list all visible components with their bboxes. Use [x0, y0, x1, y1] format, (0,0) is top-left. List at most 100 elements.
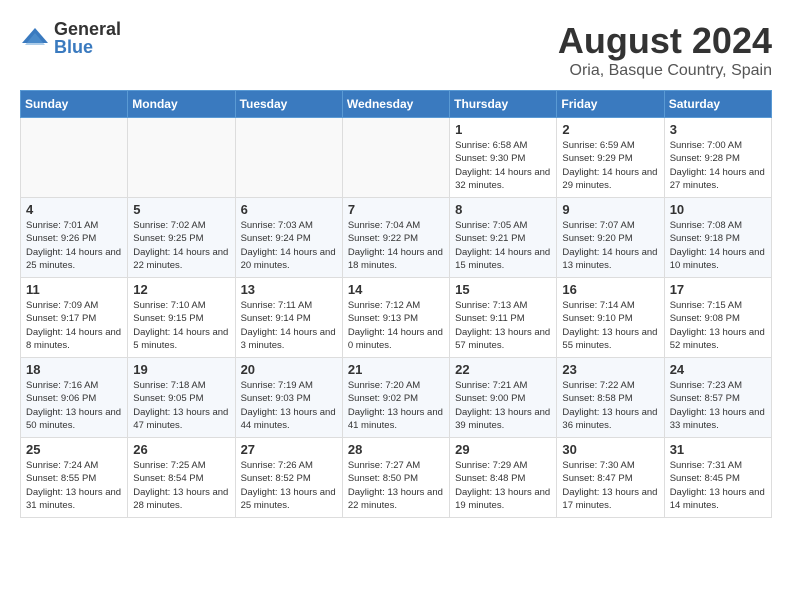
day-cell: 3 Sunrise: 7:00 AM Sunset: 9:28 PM Daylig… — [664, 118, 771, 198]
day-number: 14 — [348, 282, 444, 297]
day-number: 22 — [455, 362, 551, 377]
logo-blue-text: Blue — [54, 38, 121, 56]
day-number: 2 — [562, 122, 658, 137]
day-cell — [342, 118, 449, 198]
day-cell: 10Sunrise: 7:08 AM Sunset: 9:18 PM Dayli… — [664, 198, 771, 278]
col-friday: Friday — [557, 91, 664, 118]
day-info-text: Sunrise: 7:25 AM Sunset: 8:54 PM Dayligh… — [133, 459, 229, 512]
day-cell: 23 Sunrise: 7:22 AM Sunset: 8:58 PM Dayli… — [557, 358, 664, 438]
day-info-text: Sunrise: 7:03 AM Sunset: 9:24 PM Dayligh… — [241, 219, 337, 272]
day-number: 17 — [670, 282, 766, 297]
day-cell: 5 Sunrise: 7:02 AM Sunset: 9:25 PM Daylig… — [128, 198, 235, 278]
logo-general-text: General — [54, 20, 121, 38]
logo-icon — [20, 23, 50, 53]
location-subtitle: Oria, Basque Country, Spain — [558, 62, 772, 80]
week-row-3: 11 Sunrise: 7:09 AM Sunset: 9:17 PM Dayli… — [21, 278, 772, 358]
day-number: 19 — [133, 362, 229, 377]
day-cell: 17Sunrise: 7:15 AM Sunset: 9:08 PM Dayli… — [664, 278, 771, 358]
title-area: August 2024 Oria, Basque Country, Spain — [558, 20, 772, 80]
week-row-4: 18 Sunrise: 7:16 AM Sunset: 9:06 PM Dayli… — [21, 358, 772, 438]
day-info-text: Sunrise: 7:20 AM Sunset: 9:02 PM Dayligh… — [348, 379, 444, 432]
day-cell: 4 Sunrise: 7:01 AM Sunset: 9:26 PM Daylig… — [21, 198, 128, 278]
day-info-text: Sunrise: 7:30 AM Sunset: 8:47 PM Dayligh… — [562, 459, 658, 512]
day-cell — [21, 118, 128, 198]
day-number: 12 — [133, 282, 229, 297]
day-cell: 19 Sunrise: 7:18 AM Sunset: 9:05 PM Dayli… — [128, 358, 235, 438]
day-cell: 8Sunrise: 7:05 AM Sunset: 9:21 PM Daylig… — [450, 198, 557, 278]
day-number: 28 — [348, 442, 444, 457]
day-cell: 26 Sunrise: 7:25 AM Sunset: 8:54 PM Dayli… — [128, 438, 235, 518]
day-number: 15 — [455, 282, 551, 297]
day-cell: 24Sunrise: 7:23 AM Sunset: 8:57 PM Dayli… — [664, 358, 771, 438]
week-row-1: 1 Sunrise: 6:58 AM Sunset: 9:30 PM Daylig… — [21, 118, 772, 198]
col-tuesday: Tuesday — [235, 91, 342, 118]
day-cell: 30Sunrise: 7:30 AM Sunset: 8:47 PM Dayli… — [557, 438, 664, 518]
day-cell: 20Sunrise: 7:19 AM Sunset: 9:03 PM Dayli… — [235, 358, 342, 438]
day-cell: 14 Sunrise: 7:12 AM Sunset: 9:13 PM Dayli… — [342, 278, 449, 358]
day-info-text: Sunrise: 7:16 AM Sunset: 9:06 PM Dayligh… — [26, 379, 122, 432]
logo: General Blue — [20, 20, 121, 56]
day-info-text: Sunrise: 7:01 AM Sunset: 9:26 PM Dayligh… — [26, 219, 122, 272]
day-number: 4 — [26, 202, 122, 217]
col-saturday: Saturday — [664, 91, 771, 118]
day-info-text: Sunrise: 7:04 AM Sunset: 9:22 PM Dayligh… — [348, 219, 444, 272]
day-cell: 31 Sunrise: 7:31 AM Sunset: 8:45 PM Dayli… — [664, 438, 771, 518]
day-number: 11 — [26, 282, 122, 297]
day-info-text: Sunrise: 7:18 AM Sunset: 9:05 PM Dayligh… — [133, 379, 229, 432]
day-info-text: Sunrise: 7:23 AM Sunset: 8:57 PM Dayligh… — [670, 379, 766, 432]
day-number: 26 — [133, 442, 229, 457]
day-info-text: Sunrise: 7:19 AM Sunset: 9:03 PM Dayligh… — [241, 379, 337, 432]
day-info-text: Sunrise: 7:02 AM Sunset: 9:25 PM Dayligh… — [133, 219, 229, 272]
col-thursday: Thursday — [450, 91, 557, 118]
day-info-text: Sunrise: 7:22 AM Sunset: 8:58 PM Dayligh… — [562, 379, 658, 432]
col-wednesday: Wednesday — [342, 91, 449, 118]
day-number: 25 — [26, 442, 122, 457]
day-number: 23 — [562, 362, 658, 377]
day-info-text: Sunrise: 7:08 AM Sunset: 9:18 PM Dayligh… — [670, 219, 766, 272]
day-number: 29 — [455, 442, 551, 457]
day-cell: 6Sunrise: 7:03 AM Sunset: 9:24 PM Daylig… — [235, 198, 342, 278]
day-info-text: Sunrise: 7:07 AM Sunset: 9:20 PM Dayligh… — [562, 219, 658, 272]
day-cell: 25 Sunrise: 7:24 AM Sunset: 8:55 PM Dayli… — [21, 438, 128, 518]
day-number: 5 — [133, 202, 229, 217]
day-cell: 18 Sunrise: 7:16 AM Sunset: 9:06 PM Dayli… — [21, 358, 128, 438]
day-cell: 16Sunrise: 7:14 AM Sunset: 9:10 PM Dayli… — [557, 278, 664, 358]
day-cell: 13Sunrise: 7:11 AM Sunset: 9:14 PM Dayli… — [235, 278, 342, 358]
day-number: 1 — [455, 122, 551, 137]
day-cell: 2 Sunrise: 6:59 AM Sunset: 9:29 PM Daylig… — [557, 118, 664, 198]
day-cell: 11 Sunrise: 7:09 AM Sunset: 9:17 PM Dayli… — [21, 278, 128, 358]
day-info-text: Sunrise: 7:05 AM Sunset: 9:21 PM Dayligh… — [455, 219, 551, 272]
day-number: 3 — [670, 122, 766, 137]
day-info-text: Sunrise: 7:29 AM Sunset: 8:48 PM Dayligh… — [455, 459, 551, 512]
day-cell: 29 Sunrise: 7:29 AM Sunset: 8:48 PM Dayli… — [450, 438, 557, 518]
day-info-text: Sunrise: 6:58 AM Sunset: 9:30 PM Dayligh… — [455, 139, 551, 192]
day-number: 9 — [562, 202, 658, 217]
day-number: 18 — [26, 362, 122, 377]
day-info-text: Sunrise: 6:59 AM Sunset: 9:29 PM Dayligh… — [562, 139, 658, 192]
calendar-table: Sunday Monday Tuesday Wednesday Thursday… — [20, 90, 772, 518]
day-info-text: Sunrise: 7:26 AM Sunset: 8:52 PM Dayligh… — [241, 459, 337, 512]
day-info-text: Sunrise: 7:24 AM Sunset: 8:55 PM Dayligh… — [26, 459, 122, 512]
calendar-header-row: Sunday Monday Tuesday Wednesday Thursday… — [21, 91, 772, 118]
col-sunday: Sunday — [21, 91, 128, 118]
day-number: 27 — [241, 442, 337, 457]
day-info-text: Sunrise: 7:31 AM Sunset: 8:45 PM Dayligh… — [670, 459, 766, 512]
day-info-text: Sunrise: 7:10 AM Sunset: 9:15 PM Dayligh… — [133, 299, 229, 352]
day-number: 31 — [670, 442, 766, 457]
day-number: 21 — [348, 362, 444, 377]
day-cell: 9 Sunrise: 7:07 AM Sunset: 9:20 PM Daylig… — [557, 198, 664, 278]
day-cell — [235, 118, 342, 198]
week-row-5: 25 Sunrise: 7:24 AM Sunset: 8:55 PM Dayli… — [21, 438, 772, 518]
day-info-text: Sunrise: 7:27 AM Sunset: 8:50 PM Dayligh… — [348, 459, 444, 512]
day-info-text: Sunrise: 7:12 AM Sunset: 9:13 PM Dayligh… — [348, 299, 444, 352]
day-info-text: Sunrise: 7:00 AM Sunset: 9:28 PM Dayligh… — [670, 139, 766, 192]
day-cell: 27 Sunrise: 7:26 AM Sunset: 8:52 PM Dayli… — [235, 438, 342, 518]
day-cell — [128, 118, 235, 198]
logo-text: General Blue — [54, 20, 121, 56]
day-info-text: Sunrise: 7:09 AM Sunset: 9:17 PM Dayligh… — [26, 299, 122, 352]
day-info-text: Sunrise: 7:14 AM Sunset: 9:10 PM Dayligh… — [562, 299, 658, 352]
day-number: 7 — [348, 202, 444, 217]
day-cell: 28 Sunrise: 7:27 AM Sunset: 8:50 PM Dayli… — [342, 438, 449, 518]
day-cell: 22Sunrise: 7:21 AM Sunset: 9:00 PM Dayli… — [450, 358, 557, 438]
day-number: 13 — [241, 282, 337, 297]
